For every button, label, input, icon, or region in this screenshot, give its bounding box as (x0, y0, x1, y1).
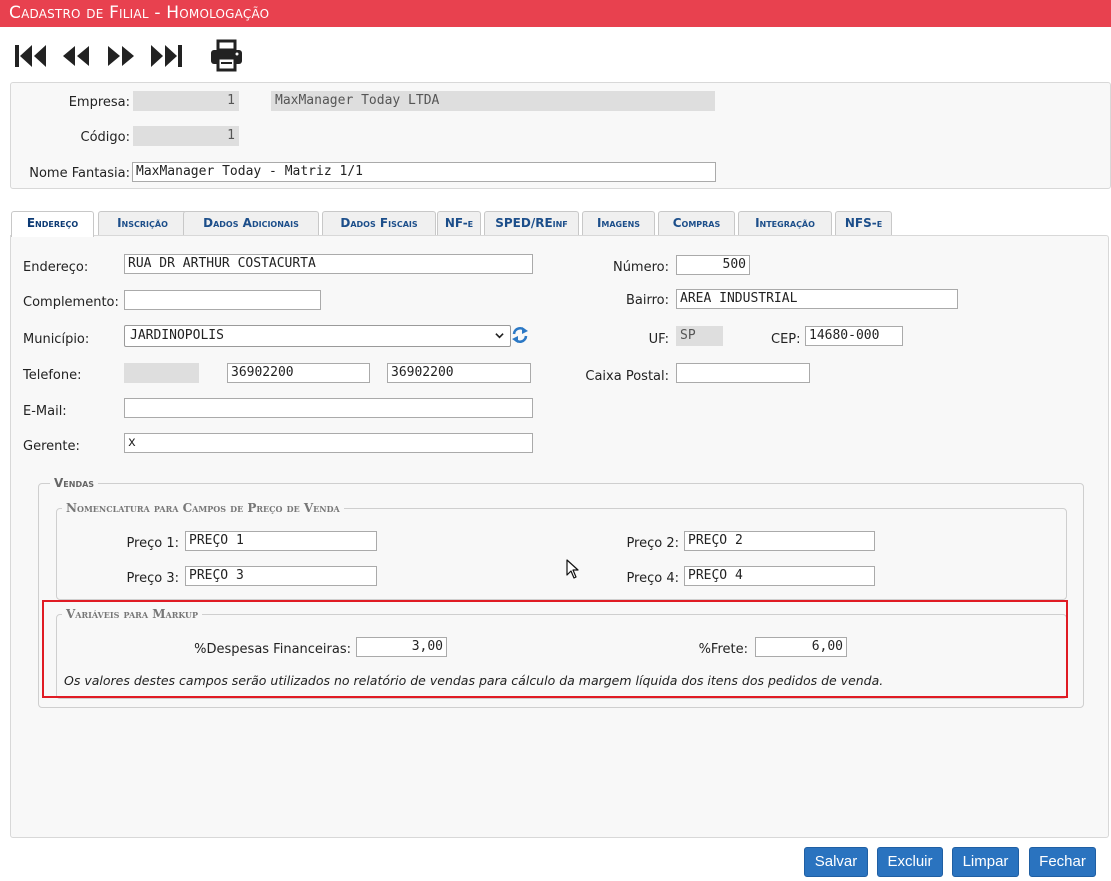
tab-imagens[interactable]: Imagens (582, 211, 655, 236)
numero-label: Número: (612, 260, 669, 275)
tab-dados-adicionais[interactable]: Dados Adicionais (183, 211, 319, 236)
fechar-button[interactable]: Fechar (1029, 847, 1096, 877)
tab-nfe[interactable]: NF-e (437, 211, 481, 236)
tab-dados-fiscais[interactable]: Dados Fiscais (322, 211, 436, 236)
nomenclatura-fieldset: Nomenclatura para Campos de Preço de Ven… (56, 501, 1067, 600)
tab-integracao[interactable]: Integração (738, 211, 832, 236)
preco4-label: Preço 4: (626, 571, 679, 586)
gerente-label: Gerente: (23, 439, 80, 454)
uf-label: UF: (648, 332, 669, 347)
numero-field[interactable]: 500 (676, 255, 750, 275)
last-record-icon[interactable] (148, 38, 186, 74)
refresh-icon[interactable] (511, 324, 529, 346)
excluir-button[interactable]: Excluir (877, 847, 943, 877)
email-label: E-Mail: (23, 404, 67, 419)
complemento-label: Complemento: (23, 295, 119, 310)
markup-highlight-box (42, 600, 1068, 698)
codigo-field[interactable]: 1 (133, 126, 239, 146)
tab-endereco[interactable]: Endereço (11, 211, 94, 237)
preco3-field[interactable]: PREÇO 3 (185, 566, 377, 586)
municipio-label: Município: (23, 332, 90, 347)
email-field[interactable] (124, 398, 533, 418)
caixa-postal-label: Caixa Postal: (585, 369, 669, 384)
telefone-label: Telefone: (23, 368, 82, 383)
nome-fantasia-field[interactable]: MaxManager Today - Matriz 1/1 (132, 162, 716, 182)
municipio-select[interactable]: JARDINOPOLIS (124, 325, 511, 347)
chevron-down-icon (495, 333, 504, 339)
uf-field[interactable]: SP (676, 326, 723, 346)
municipio-selected-value: JARDINOPOLIS (130, 328, 224, 343)
preco1-field[interactable]: PREÇO 1 (185, 531, 377, 551)
preco2-label: Preço 2: (626, 536, 679, 551)
header-panel: Empresa: 1 MaxManager Today LTDA Código:… (10, 82, 1111, 189)
telefone-ddd-field[interactable] (124, 363, 199, 383)
tab-sped-reinf[interactable]: SPED/REinf (484, 211, 579, 236)
complemento-field[interactable] (124, 290, 321, 310)
endereco-field[interactable]: RUA DR ARTHUR COSTACURTA (124, 254, 533, 274)
preco2-field[interactable]: PREÇO 2 (684, 531, 875, 551)
tab-inscricao[interactable]: Inscrição (98, 211, 187, 236)
bairro-field[interactable]: AREA INDUSTRIAL (676, 289, 958, 309)
preco4-field[interactable]: PREÇO 4 (684, 566, 875, 586)
tab-nfse[interactable]: NFS-e (835, 211, 892, 236)
preco3-label: Preço 3: (126, 571, 179, 586)
window-title: Cadastro de Filial - Homologação (0, 0, 1111, 27)
previous-record-icon[interactable] (59, 38, 93, 74)
tab-content-endereco: Endereço: RUA DR ARTHUR COSTACURTA Compl… (10, 235, 1109, 838)
empresa-label: Empresa: (68, 95, 130, 110)
cep-field[interactable]: 14680-000 (805, 326, 903, 346)
tab-compras[interactable]: Compras (658, 211, 735, 236)
endereco-label: Endereço: (23, 260, 89, 275)
vendas-legend: Vendas (50, 476, 99, 490)
bairro-label: Bairro: (625, 293, 669, 308)
print-icon[interactable] (208, 38, 246, 74)
nomenclatura-legend: Nomenclatura para Campos de Preço de Ven… (62, 501, 344, 515)
empresa-code-field[interactable]: 1 (133, 91, 239, 111)
codigo-label: Código: (80, 130, 130, 145)
first-record-icon[interactable] (12, 38, 50, 74)
preco1-label: Preço 1: (126, 536, 179, 551)
mouse-cursor-icon (566, 559, 579, 579)
gerente-field[interactable]: x (124, 433, 533, 453)
empresa-name-field[interactable]: MaxManager Today LTDA (271, 91, 715, 111)
nome-fantasia-label: Nome Fantasia: (29, 166, 130, 181)
salvar-button[interactable]: Salvar (804, 847, 868, 877)
cep-label: CEP: (771, 332, 801, 347)
telefone-2-field[interactable]: 36902200 (387, 363, 531, 383)
next-record-icon[interactable] (104, 38, 138, 74)
limpar-button[interactable]: Limpar (952, 847, 1019, 877)
caixa-postal-field[interactable] (676, 363, 810, 383)
telefone-1-field[interactable]: 36902200 (227, 363, 370, 383)
